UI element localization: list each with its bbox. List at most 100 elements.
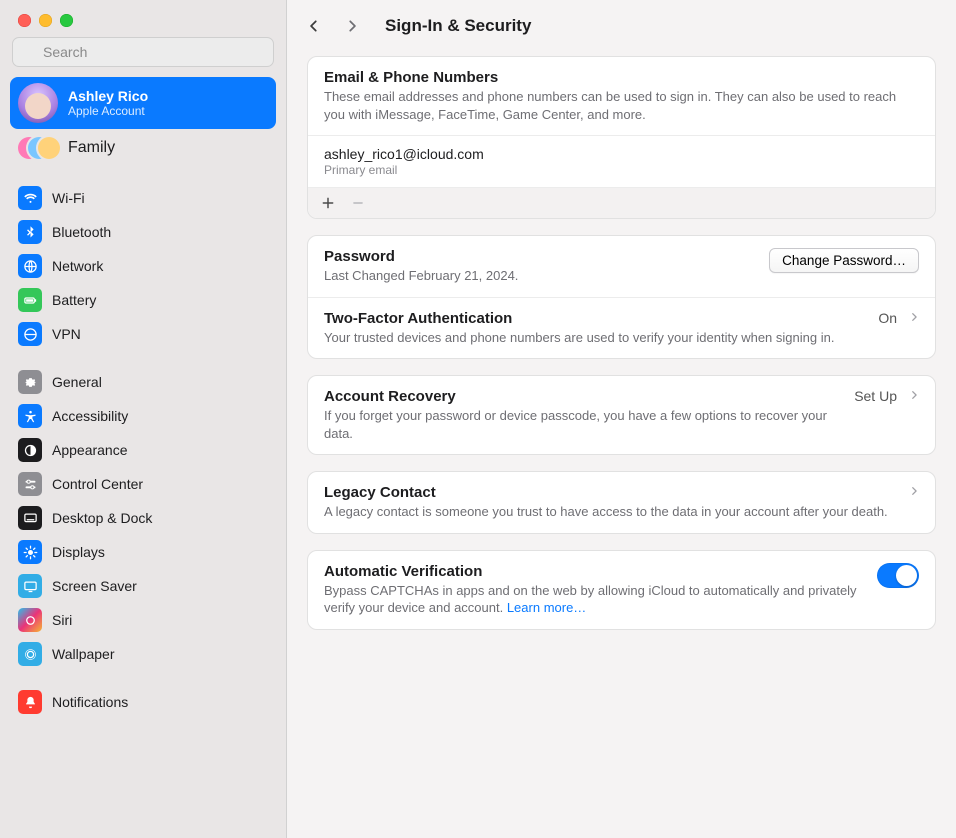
section-desc: Your trusted devices and phone numbers a… xyxy=(324,329,866,347)
section-title: Automatic Verification xyxy=(324,563,865,580)
add-contact-button[interactable] xyxy=(316,192,340,214)
email-entry-row[interactable]: ashley_rico1@icloud.com Primary email xyxy=(308,135,935,187)
card-automatic-verification: Automatic Verification Bypass CAPTCHAs i… xyxy=(307,550,936,630)
sidebar-item-label: Displays xyxy=(52,544,268,560)
sidebar-item-wallpaper[interactable]: Wallpaper xyxy=(10,637,276,671)
auto-verify-desc-text: Bypass CAPTCHAs in apps and on the web b… xyxy=(324,583,857,616)
displays-icon xyxy=(18,540,42,564)
control-center-icon xyxy=(18,472,42,496)
chevron-right-icon xyxy=(909,484,919,498)
avatar xyxy=(18,83,58,123)
email-value: ashley_rico1@icloud.com xyxy=(324,146,919,162)
family-icon xyxy=(18,134,58,162)
email-phone-addbar xyxy=(308,187,935,218)
toolbar: Sign-In & Security xyxy=(287,0,956,52)
gear-icon xyxy=(18,370,42,394)
learn-more-link[interactable]: Learn more… xyxy=(507,600,586,615)
sidebar-item-label: Desktop & Dock xyxy=(52,510,268,526)
sidebar-item-control-center[interactable]: Control Center xyxy=(10,467,276,501)
sidebar-item-wifi[interactable]: Wi-Fi xyxy=(10,181,276,215)
notifications-icon xyxy=(18,690,42,714)
section-automatic-verification: Automatic Verification Bypass CAPTCHAs i… xyxy=(308,551,935,629)
nav-forward-button[interactable] xyxy=(341,15,363,37)
sidebar-group-alerts: Notifications xyxy=(10,685,276,719)
section-account-recovery[interactable]: Account Recovery If you forget your pass… xyxy=(308,376,935,454)
bluetooth-icon xyxy=(18,220,42,244)
account-name: Ashley Rico xyxy=(68,88,148,104)
sidebar-item-displays[interactable]: Displays xyxy=(10,535,276,569)
email-kind: Primary email xyxy=(324,163,919,177)
card-legacy-contact: Legacy Contact A legacy contact is someo… xyxy=(307,471,936,534)
section-title: Email & Phone Numbers xyxy=(324,69,919,86)
automatic-verification-toggle[interactable] xyxy=(877,563,919,588)
sidebar-item-label: Siri xyxy=(52,612,268,628)
sidebar-item-bluetooth[interactable]: Bluetooth xyxy=(10,215,276,249)
section-password: Password Last Changed February 21, 2024.… xyxy=(308,236,935,297)
sidebar-item-battery[interactable]: Battery xyxy=(10,283,276,317)
sidebar-group-system: General Accessibility Appearance Control… xyxy=(10,365,276,671)
sidebar-item-label: Battery xyxy=(52,292,268,308)
chevron-right-icon xyxy=(909,388,919,402)
close-window-button[interactable] xyxy=(18,14,31,27)
battery-icon xyxy=(18,288,42,312)
sidebar-item-label: VPN xyxy=(52,326,268,342)
sidebar-item-label: Bluetooth xyxy=(52,224,268,240)
main-pane: Sign-In & Security Email & Phone Numbers… xyxy=(287,0,956,838)
section-desc: Last Changed February 21, 2024. xyxy=(324,267,757,285)
sidebar-list: Ashley Rico Apple Account Family Wi-Fi B… xyxy=(0,75,286,838)
sidebar-item-label: Notifications xyxy=(52,694,268,710)
sidebar-item-general[interactable]: General xyxy=(10,365,276,399)
wallpaper-icon xyxy=(18,642,42,666)
section-email-phone-header: Email & Phone Numbers These email addres… xyxy=(308,57,935,135)
sidebar: Ashley Rico Apple Account Family Wi-Fi B… xyxy=(0,0,287,838)
sidebar-item-siri[interactable]: Siri xyxy=(10,603,276,637)
page-title: Sign-In & Security xyxy=(385,16,531,36)
sidebar-item-desktop-dock[interactable]: Desktop & Dock xyxy=(10,501,276,535)
section-desc: If you forget your password or device pa… xyxy=(324,407,842,442)
section-desc: A legacy contact is someone you trust to… xyxy=(324,503,897,521)
section-legacy-contact[interactable]: Legacy Contact A legacy contact is someo… xyxy=(308,472,935,533)
section-two-factor[interactable]: Two-Factor Authentication Your trusted d… xyxy=(308,297,935,359)
sidebar-item-label: Wallpaper xyxy=(52,646,268,662)
window-controls xyxy=(0,0,286,37)
account-recovery-status: Set Up xyxy=(854,388,897,404)
remove-contact-button xyxy=(346,192,370,214)
sidebar-item-network[interactable]: Network xyxy=(10,249,276,283)
wifi-icon xyxy=(18,186,42,210)
screen-saver-icon xyxy=(18,574,42,598)
two-factor-status: On xyxy=(878,310,897,326)
chevron-right-icon xyxy=(909,310,919,324)
change-password-button[interactable]: Change Password… xyxy=(769,248,919,273)
sidebar-item-label: Wi-Fi xyxy=(52,190,268,206)
sidebar-item-label: Network xyxy=(52,258,268,274)
sidebar-item-family[interactable]: Family xyxy=(10,129,276,167)
sidebar-item-label: Screen Saver xyxy=(52,578,268,594)
appearance-icon xyxy=(18,438,42,462)
fullscreen-window-button[interactable] xyxy=(60,14,73,27)
network-icon xyxy=(18,254,42,278)
accessibility-icon xyxy=(18,404,42,428)
sidebar-item-notifications[interactable]: Notifications xyxy=(10,685,276,719)
sidebar-item-label: Control Center xyxy=(52,476,268,492)
sidebar-item-label: General xyxy=(52,374,268,390)
sidebar-item-screen-saver[interactable]: Screen Saver xyxy=(10,569,276,603)
section-title: Legacy Contact xyxy=(324,484,897,501)
card-password-2fa: Password Last Changed February 21, 2024.… xyxy=(307,235,936,359)
sidebar-item-appearance[interactable]: Appearance xyxy=(10,433,276,467)
sidebar-item-apple-account[interactable]: Ashley Rico Apple Account xyxy=(10,77,276,129)
search-wrap xyxy=(0,37,286,75)
nav-back-button[interactable] xyxy=(303,15,325,37)
card-email-phone: Email & Phone Numbers These email addres… xyxy=(307,56,936,219)
sidebar-item-label: Family xyxy=(68,139,115,157)
section-desc: These email addresses and phone numbers … xyxy=(324,88,919,123)
section-desc: Bypass CAPTCHAs in apps and on the web b… xyxy=(324,582,865,617)
sidebar-item-label: Appearance xyxy=(52,442,268,458)
content: Email & Phone Numbers These email addres… xyxy=(287,52,956,660)
sidebar-item-accessibility[interactable]: Accessibility xyxy=(10,399,276,433)
minimize-window-button[interactable] xyxy=(39,14,52,27)
sidebar-item-vpn[interactable]: VPN xyxy=(10,317,276,351)
sidebar-group-account: Ashley Rico Apple Account Family xyxy=(10,77,276,167)
section-title: Two-Factor Authentication xyxy=(324,310,866,327)
account-subtitle: Apple Account xyxy=(68,104,148,118)
search-input[interactable] xyxy=(12,37,274,67)
